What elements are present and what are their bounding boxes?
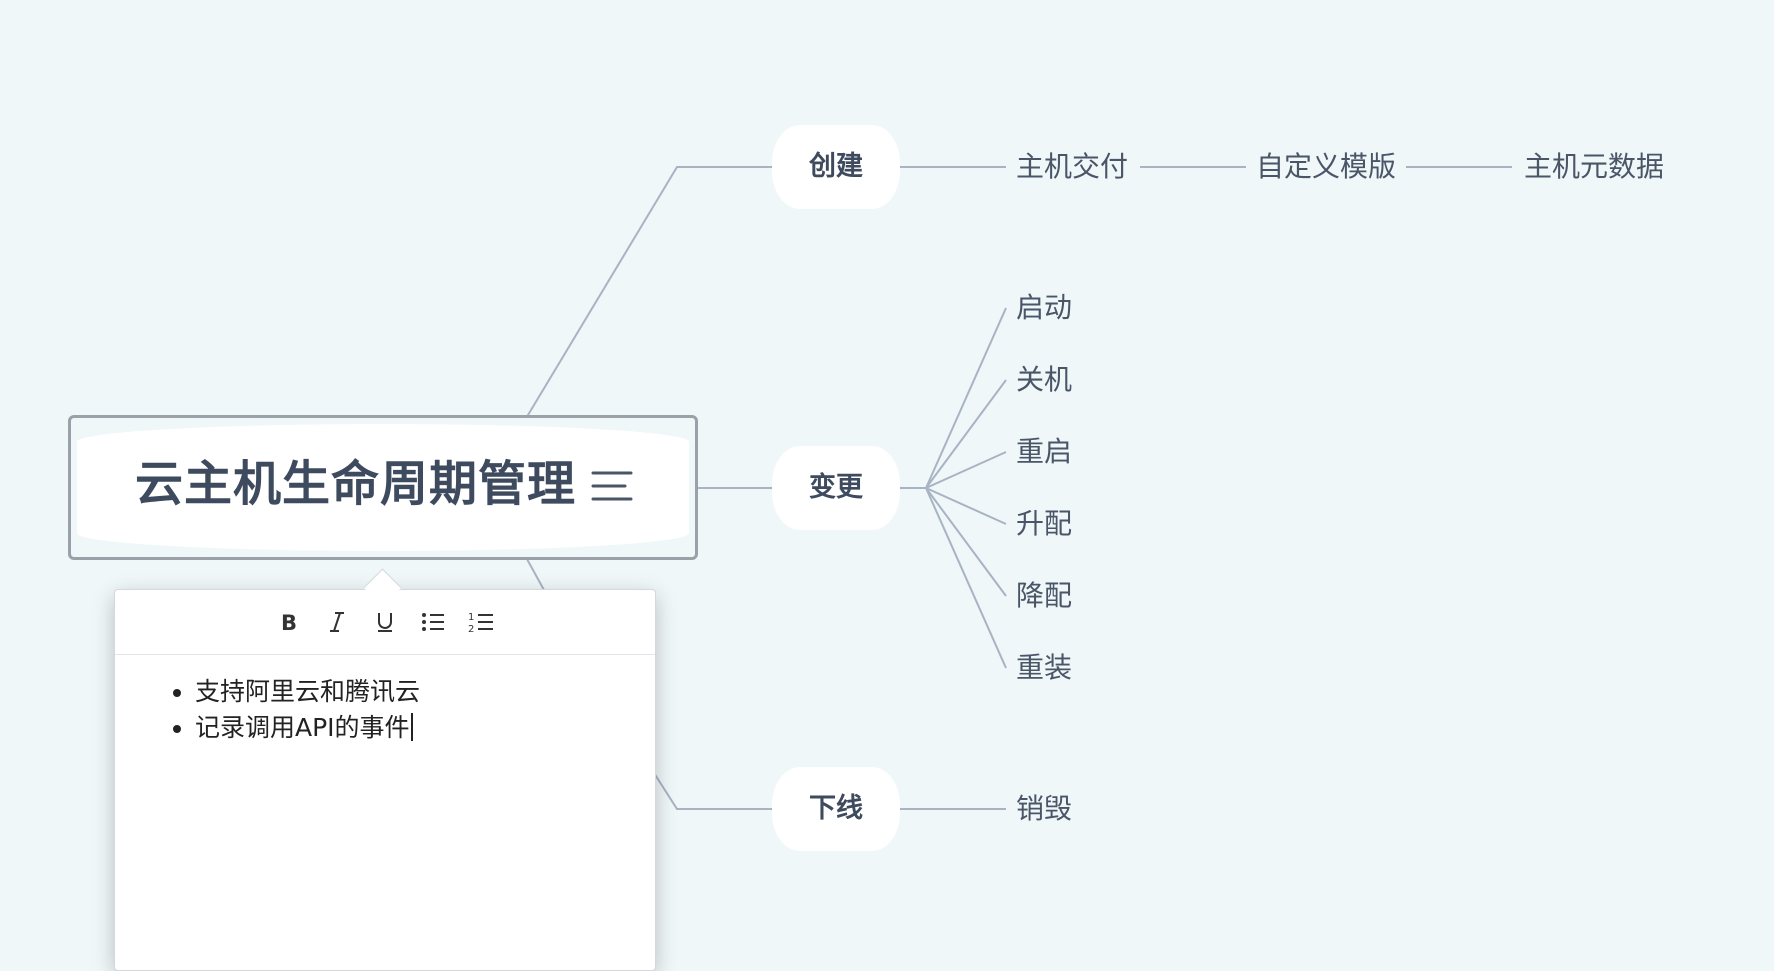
italic-icon <box>330 612 344 632</box>
leaf-downgrade[interactable]: 降配 <box>1016 578 1072 614</box>
notes-icon[interactable] <box>591 468 633 504</box>
branch-offline[interactable]: 下线 <box>772 767 900 851</box>
numbered-list-button[interactable]: 12 <box>467 608 495 636</box>
bold-button[interactable]: B <box>275 608 303 636</box>
bold-icon: B <box>281 611 297 633</box>
italic-button[interactable] <box>323 608 351 636</box>
connector-change-restart <box>925 451 1007 489</box>
note-item[interactable]: 支持阿里云和腾讯云 <box>195 674 635 710</box>
leaf-shutdown[interactable]: 关机 <box>1016 362 1072 398</box>
leaf-start[interactable]: 启动 <box>1016 290 1072 326</box>
bulleted-list-icon <box>422 613 444 631</box>
underline-button[interactable] <box>371 608 399 636</box>
leaf-destroy[interactable]: 销毁 <box>1016 791 1072 827</box>
numbered-list-icon: 12 <box>468 612 493 634</box>
note-item[interactable]: 记录调用API的事件 <box>195 710 635 746</box>
svg-text:1: 1 <box>468 612 474 623</box>
text-cursor <box>410 713 413 741</box>
note-editor-content[interactable]: 支持阿里云和腾讯云 记录调用API的事件 <box>155 674 635 746</box>
bulleted-list-button[interactable] <box>419 608 447 636</box>
connector-change-start <box>925 307 1007 489</box>
root-topic[interactable]: 云主机生命周期管理 <box>68 415 698 560</box>
svg-text:2: 2 <box>468 624 474 634</box>
branch-create[interactable]: 创建 <box>772 125 900 209</box>
root-topic-title[interactable]: 云主机生命周期管理 <box>135 418 576 551</box>
note-editor-popover[interactable]: B 12 支持阿里云和腾讯云 记录调用API的事件 <box>114 589 656 971</box>
connector-change-upgrade <box>925 487 1007 525</box>
mind-map-canvas: 云主机生命周期管理 创建 变更 下线 主机交付 自定义模版 主机元数据 启动 关… <box>0 0 1774 971</box>
note-bullet-list: 支持阿里云和腾讯云 记录调用API的事件 <box>155 674 635 746</box>
connector-change-reinstall <box>925 487 1007 669</box>
underline-icon <box>378 613 392 632</box>
leaf-upgrade[interactable]: 升配 <box>1016 506 1072 542</box>
svg-text:B: B <box>281 611 297 633</box>
leaf-reinstall[interactable]: 重装 <box>1016 650 1072 686</box>
leaf-host-metadata[interactable]: 主机元数据 <box>1524 149 1664 185</box>
branch-change[interactable]: 变更 <box>772 446 900 530</box>
leaf-custom-template[interactable]: 自定义模版 <box>1256 149 1396 185</box>
leaf-host-delivery[interactable]: 主机交付 <box>1016 149 1128 185</box>
leaf-restart[interactable]: 重启 <box>1016 434 1072 470</box>
connector-root-create <box>521 166 772 426</box>
